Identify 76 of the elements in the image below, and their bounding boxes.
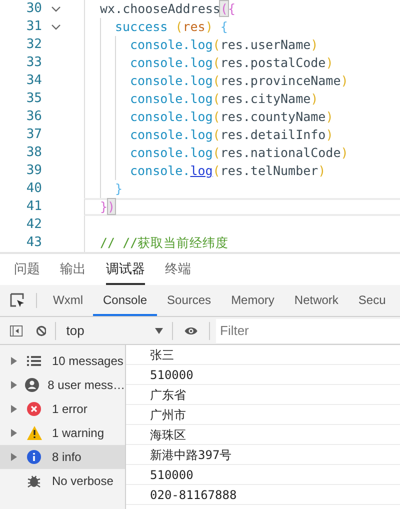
line-number: 38 (25, 144, 42, 162)
chevron-down-icon[interactable] (51, 24, 61, 30)
code-line: } (115, 180, 123, 198)
warning-icon (27, 426, 42, 440)
code-line: console.log(res.provinceName) (130, 72, 348, 90)
line-number: 31 (25, 18, 42, 36)
console-message: 510000 (150, 466, 194, 484)
expand-arrow-icon[interactable] (11, 381, 17, 389)
console-message: 020-81167888 (150, 486, 237, 504)
code-line: console.log(res.postalCode) (130, 54, 334, 72)
info-icon (27, 450, 41, 464)
expand-arrow-icon[interactable] (11, 429, 17, 437)
clear-icon[interactable] (36, 324, 46, 338)
console-message: 张三 (150, 346, 174, 364)
code-line: console.log(res.nationalCode) (130, 144, 348, 162)
console-message: 新港中路397号 (150, 446, 232, 464)
sidebar-label: No verbose (52, 473, 114, 490)
error-icon (27, 402, 41, 416)
sidebar-item[interactable]: 1 warning (0, 421, 125, 445)
line-number: 39 (25, 162, 42, 180)
line-number: 32 (25, 36, 42, 54)
line-number: 33 (25, 54, 42, 72)
line-number: 37 (25, 126, 42, 144)
inspect-icon[interactable] (10, 292, 26, 308)
sidebar-toggle-icon[interactable] (10, 324, 23, 338)
panel-tab[interactable]: 终端 (165, 254, 191, 285)
context-label: top (66, 322, 84, 340)
sidebar-item[interactable]: 8 user mess… (0, 373, 125, 397)
sidebar-label: 10 messages (52, 353, 124, 370)
chevron-down-icon[interactable] (51, 6, 61, 12)
code-line: console.log(res.userName) (130, 36, 318, 54)
line-number: 36 (25, 108, 42, 126)
bug-icon (27, 474, 41, 488)
line-number: 43 (25, 234, 42, 252)
code-line: console.log(res.detailInfo) (130, 126, 334, 144)
code-line: console.log(res.telNumber) (130, 162, 326, 180)
code-line: wx.chooseAddress({ (100, 0, 236, 18)
dropdown-icon (155, 328, 164, 334)
code-line: console.log(res.cityName) (130, 90, 318, 108)
code-line: // //获取当前经纬度 (100, 234, 229, 252)
console-message: 510000 (150, 366, 194, 384)
sidebar-item[interactable]: 10 messages (0, 349, 125, 373)
console-message: 广东省 (150, 386, 186, 404)
sidebar-label: 8 info (52, 449, 82, 466)
user-icon (25, 378, 40, 392)
list-icon (27, 356, 41, 366)
sidebar-label: 8 user mess… (48, 377, 125, 394)
context-select[interactable]: top (56, 317, 170, 344)
devtools-tab[interactable]: Memory (221, 285, 284, 316)
devtools-tab[interactable]: Sources (157, 285, 222, 316)
console-message: 海珠区 (150, 426, 186, 444)
line-number: 34 (25, 72, 42, 90)
filter-field[interactable]: Filter (216, 318, 400, 342)
console-message: 广州市 (150, 406, 186, 424)
sidebar-label: 1 error (52, 401, 88, 418)
expand-arrow-icon[interactable] (11, 357, 17, 365)
eye-icon[interactable] (184, 324, 198, 336)
code-line: console.log(res.countyName) (130, 108, 334, 126)
line-number: 30 (25, 0, 42, 18)
panel-tab[interactable]: 问题 (14, 254, 40, 285)
devtools-tab[interactable]: Secu (348, 285, 396, 316)
code-line: }) (100, 198, 116, 216)
code-line: success (res) { (115, 18, 228, 36)
panel-tab[interactable]: 输出 (60, 254, 86, 285)
sidebar-label: 1 warning (52, 425, 104, 442)
line-number: 41 (25, 198, 42, 216)
devtools-tab[interactable]: Wxml (43, 285, 93, 316)
sidebar-item[interactable]: 8 info (0, 445, 125, 469)
devtools-tab[interactable]: Network (284, 285, 348, 316)
line-number: 42 (25, 216, 42, 234)
line-number: 40 (25, 180, 42, 198)
sidebar-item[interactable]: 1 error (0, 397, 125, 421)
sidebar-item[interactable]: No verbose (0, 469, 125, 493)
expand-arrow-icon[interactable] (11, 453, 17, 461)
line-number: 35 (25, 90, 42, 108)
expand-arrow-icon[interactable] (11, 405, 17, 413)
